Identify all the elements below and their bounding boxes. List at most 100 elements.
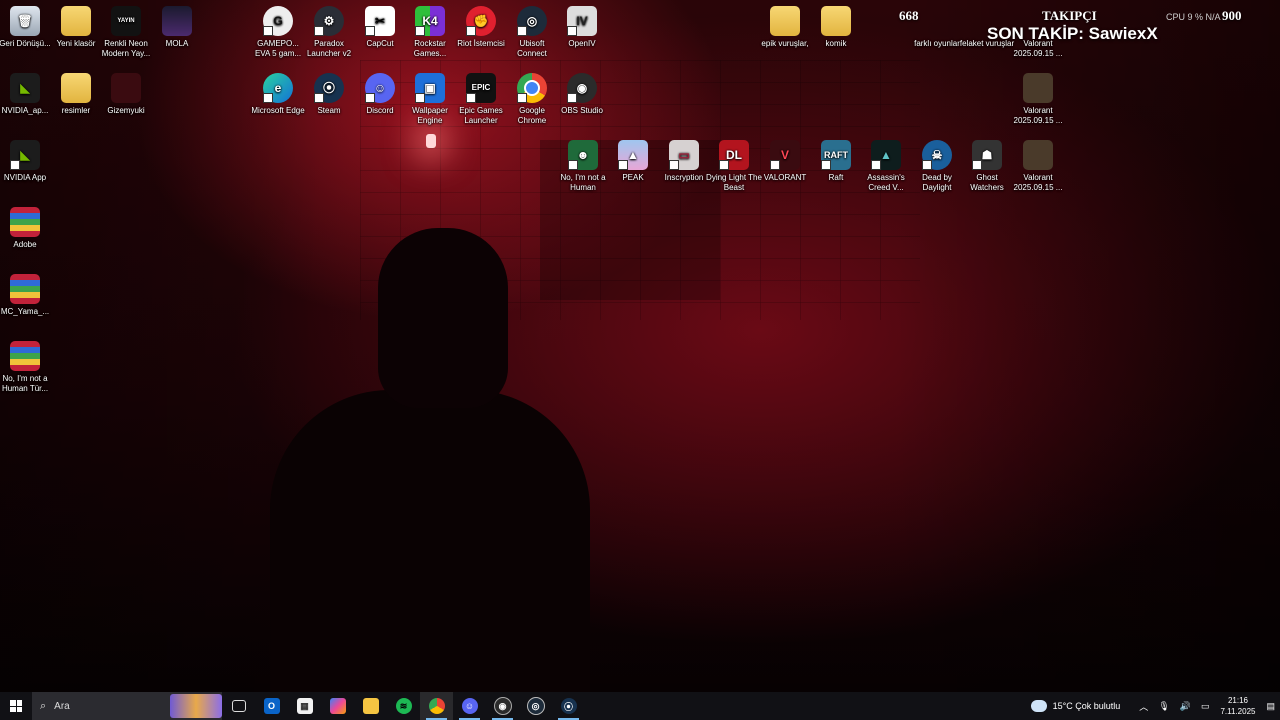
taskbar-chrome[interactable] (420, 692, 453, 720)
desktop-icon-nvidia-app[interactable]: ◣ NVIDIA App (0, 140, 53, 183)
desktop-icon-obs-studio[interactable]: ◉ OBS Studio (554, 73, 610, 116)
taskbar-ubisoft[interactable]: ◎ (519, 692, 552, 720)
search-placeholder: Ara (54, 700, 70, 712)
desktop-icon-yeni-klasor[interactable]: Yeni klasör (48, 6, 104, 49)
desktop-icon-chrome[interactable]: Google Chrome (504, 73, 560, 126)
task-view-icon (231, 700, 246, 712)
desktop-icon-assassins-creed[interactable]: ▲ Assassin's Creed V... (858, 140, 914, 193)
image-thumbnail-icon: YAYIN (111, 6, 141, 36)
desktop-icon-peak[interactable]: ▲ PEAK (605, 140, 661, 183)
taskbar-discord[interactable]: ☺ (453, 692, 486, 720)
notification-center-icon[interactable]: ▤ (1266, 701, 1275, 712)
desktop-icon-valorant-clip-2[interactable]: Valorant 2025.09.15 ... (1010, 73, 1066, 126)
microphone-icon[interactable]: 🎙 (1158, 701, 1169, 712)
desktop-icon-renkli-neon[interactable]: YAYIN Renkli Neon Modern Yay... (98, 6, 154, 59)
desktop-icon-farkli-oyunlar[interactable]: farklı oyunlar (909, 6, 965, 49)
desktop-icon-label: CapCut (366, 39, 394, 48)
desktop-icon-label: Wallpaper Engine (412, 106, 448, 125)
desktop-icon-discord[interactable]: ☺ Discord (352, 73, 408, 116)
capcut-icon: ✂ (365, 6, 395, 36)
ubisoft-icon: ◎ (517, 6, 547, 36)
show-hidden-icons-chevron-icon[interactable]: ︿ (1139, 700, 1148, 713)
taskbar-copilot[interactable] (321, 692, 354, 720)
desktop-icon-label: Valorant 2025.09.15 ... (1013, 106, 1063, 125)
taskbar-obs[interactable]: ◉ (486, 692, 519, 720)
recycle-bin-icon: 🗑 (10, 6, 40, 36)
desktop-icon-mc-yama[interactable]: MC_Yama_... (0, 274, 53, 317)
folder-icon (821, 6, 851, 36)
winrar-archive-icon (10, 207, 40, 237)
desktop-icon-paradox-launcher[interactable]: ⚙ Paradox Launcher v2 (301, 6, 357, 59)
desktop-icon-epik-vuruslar[interactable]: epik vuruşlar, (757, 6, 813, 49)
desktop-icon-resimler[interactable]: resimler (48, 73, 104, 116)
desktop-icon-capcut[interactable]: ✂ CapCut (352, 6, 408, 49)
desktop-icon-recycle-bin[interactable]: 🗑 Geri Dönüşü... (0, 6, 53, 49)
desktop-icon-raft[interactable]: RAFT Raft (808, 140, 864, 183)
speaker-icon[interactable]: 🔊 (1180, 701, 1191, 712)
weather-widget[interactable]: 15°C Çok bulutlu (1030, 700, 1121, 712)
desktop-icon-gamepoint[interactable]: G GAMEPO... EVA 5 gam... (250, 6, 306, 59)
desktop-icon-label: Steam (317, 106, 341, 115)
epic-games-icon: EPIC (466, 73, 496, 103)
riot-icon: ✊ (466, 6, 496, 36)
taskbar-outlook[interactable]: O (255, 692, 288, 720)
desktop-icon-label: Raft (828, 173, 844, 182)
desktop-icon-edge[interactable]: e Microsoft Edge (250, 73, 306, 116)
desktop-icon-label: OBS Studio (561, 106, 603, 115)
desktop-icon-ghost-watchers[interactable]: ☗ Ghost Watchers (959, 140, 1015, 193)
desktop-icon-inscryption[interactable]: ▭ Inscryption (656, 140, 712, 183)
desktop-icon-label: PEAK (622, 173, 644, 182)
desktop-icon-openiv[interactable]: IV OpenIV (554, 6, 610, 49)
copilot-icon (329, 698, 346, 714)
desktop-icon-wallpaper-engine[interactable]: ▣ Wallpaper Engine (402, 73, 458, 126)
desktop-icon-epic-games[interactable]: EPIC Epic Games Launcher (453, 73, 509, 126)
valorant-icon: V (770, 140, 800, 170)
desktop-icon-label: Valorant 2025.09.15 ... (1013, 173, 1063, 192)
desktop-icon-label: MC_Yama_... (0, 307, 50, 316)
desktop-icon-dying-light[interactable]: DL Dying Light The Beast (706, 140, 762, 193)
folder-icon (362, 698, 379, 714)
nvidia-icon: ◣ (10, 73, 40, 103)
network-icon[interactable]: ▭ (1201, 701, 1210, 712)
wallpaper-engine-icon: ▣ (415, 73, 445, 103)
taskbar-store[interactable]: ▦ (288, 692, 321, 720)
weather-text: 15°C Çok bulutlu (1052, 701, 1121, 711)
desktop-icon-komik[interactable]: komik (808, 6, 864, 49)
raft-icon: RAFT (821, 140, 851, 170)
desktop-icon-nvidia-app-file[interactable]: ◣ NVIDIA_ap... (0, 73, 53, 116)
taskbar-file-explorer[interactable] (354, 692, 387, 720)
desktop-icon-riot-client[interactable]: ✊ Riot İstemcisi (453, 6, 509, 49)
desktop-icon-rockstar-games[interactable]: K4 Rockstar Games... (402, 6, 458, 59)
desktop-icon-label: Geri Dönüşü... (0, 39, 51, 48)
taskbar-search-box[interactable]: ⌕ Ara (32, 692, 222, 720)
desktop-icon-label: NVIDIA App (3, 173, 47, 182)
steam-icon: ⦿ (560, 698, 577, 714)
openiv-icon: IV (567, 6, 597, 36)
desktop-icon-label: Paradox Launcher v2 (306, 39, 352, 58)
task-view-button[interactable] (222, 692, 255, 720)
system-tray: 15°C Çok bulutlu ︿ 🎙 🔊 ▭ 21:16 7.11.2025… (1030, 692, 1280, 720)
desktop-icon-label: Discord (366, 106, 394, 115)
taskbar: ⌕ Ara O ▦ ≋ ☺ ◉ ◎ ⦿ 15°C Çok bulutlu ︿ 🎙… (0, 692, 1280, 720)
start-button[interactable] (0, 692, 32, 720)
desktop-icon-no-im-not-a-human-archive[interactable]: No, I'm not a Human Tür... (0, 341, 53, 394)
desktop-icon-valorant-clip-3[interactable]: Valorant 2025.09.15 ... (1010, 140, 1066, 193)
desktop-icon-ubisoft-connect[interactable]: ◎ Ubisoft Connect (504, 6, 560, 59)
clock[interactable]: 21:16 7.11.2025 (1220, 695, 1255, 717)
desktop-icon-gizemyuki[interactable]: Gizemyuki (98, 73, 154, 116)
taskbar-spotify[interactable]: ≋ (387, 692, 420, 720)
desktop-icon-valorant-clip-1[interactable]: Valorant 2025.09.15 ... (1010, 6, 1066, 59)
desktop-icon-valorant[interactable]: V VALORANT (757, 140, 813, 183)
desktop-icon-steam[interactable]: ⦿ Steam (301, 73, 357, 116)
desktop-icon-mola[interactable]: MOLA (149, 6, 205, 49)
desktop-icon-label: Ghost Watchers (970, 173, 1004, 192)
taskbar-steam[interactable]: ⦿ (552, 692, 585, 720)
desktop-icon-no-im-not-a-human[interactable]: ☻ No, I'm not a Human (555, 140, 611, 193)
video-thumbnail-icon (1023, 73, 1053, 103)
discord-icon: ☺ (461, 698, 478, 714)
windows-logo-icon (10, 700, 22, 712)
desktop-icon-label: Yeni klasör (56, 39, 96, 48)
desktop-icon-adobe[interactable]: Adobe (0, 207, 53, 250)
desktop-icon-dead-by-daylight[interactable]: ☠ Dead by Daylight (909, 140, 965, 193)
desktop-icon-felaket-vuruslar[interactable]: felaket vuruşlar (959, 6, 1015, 49)
